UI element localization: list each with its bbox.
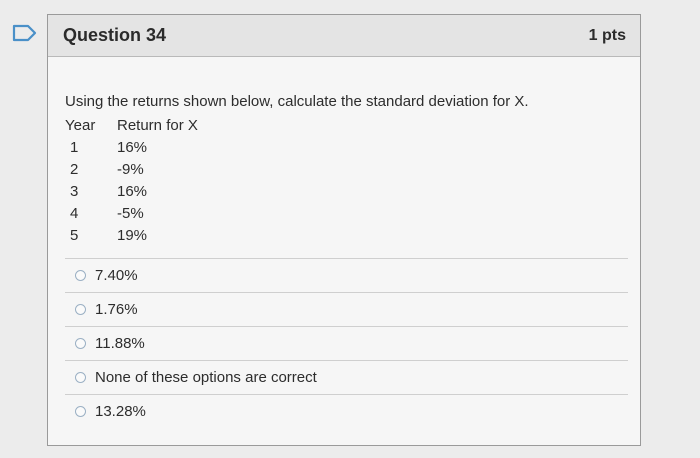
table-cell: 3 xyxy=(70,182,79,200)
table-cell: 1 xyxy=(70,138,79,156)
answer-option[interactable]: 11.88% xyxy=(65,326,628,360)
table-cell: -5% xyxy=(117,204,144,222)
table-row: 3 16% xyxy=(65,180,628,202)
answer-label: 13.28% xyxy=(95,403,146,420)
table-header-row: Year Return for X xyxy=(65,114,628,136)
table-row: 5 19% xyxy=(65,224,628,246)
table-row: 1 16% xyxy=(65,136,628,158)
answer-label: 7.40% xyxy=(95,267,138,284)
returns-table: Year Return for X 1 16% 2 -9% 3 16% 4 -5… xyxy=(65,114,628,246)
answer-list: 7.40% 1.76% 11.88% None of these options… xyxy=(65,258,628,428)
radio-button[interactable] xyxy=(75,406,86,417)
table-header: Return for X xyxy=(117,116,198,134)
table-cell: 16% xyxy=(117,182,148,200)
radio-button[interactable] xyxy=(75,372,86,383)
table-header: Year xyxy=(65,116,96,134)
question-body: Using the returns shown below, calculate… xyxy=(48,92,640,428)
bookmark-flag-icon[interactable] xyxy=(12,24,38,42)
table-row: 2 -9% xyxy=(65,158,628,180)
answer-option[interactable]: None of these options are correct xyxy=(65,360,628,394)
question-title: Question 34 xyxy=(63,25,167,45)
radio-button[interactable] xyxy=(75,304,86,315)
answer-label: 11.88% xyxy=(95,335,145,352)
table-cell: 5 xyxy=(70,226,79,244)
answer-option[interactable]: 1.76% xyxy=(65,292,628,326)
table-row: 4 -5% xyxy=(65,202,628,224)
question-card: Question 34 1 pts Using the returns show… xyxy=(47,14,641,446)
table-cell: 4 xyxy=(70,204,79,222)
answer-option[interactable]: 13.28% xyxy=(65,394,628,428)
question-header: Question 34 1 pts xyxy=(48,15,640,57)
radio-button[interactable] xyxy=(75,270,86,281)
answer-label: None of these options are correct xyxy=(95,369,317,386)
answer-option[interactable]: 7.40% xyxy=(65,258,628,292)
answer-label: 1.76% xyxy=(95,301,138,318)
question-points: 1 pts xyxy=(588,26,626,44)
radio-button[interactable] xyxy=(75,338,86,349)
table-cell: 16% xyxy=(117,138,148,156)
table-cell: 2 xyxy=(70,160,79,178)
table-cell: -9% xyxy=(117,160,144,178)
question-prompt: Using the returns shown below, calculate… xyxy=(65,93,529,110)
table-cell: 19% xyxy=(117,226,148,244)
